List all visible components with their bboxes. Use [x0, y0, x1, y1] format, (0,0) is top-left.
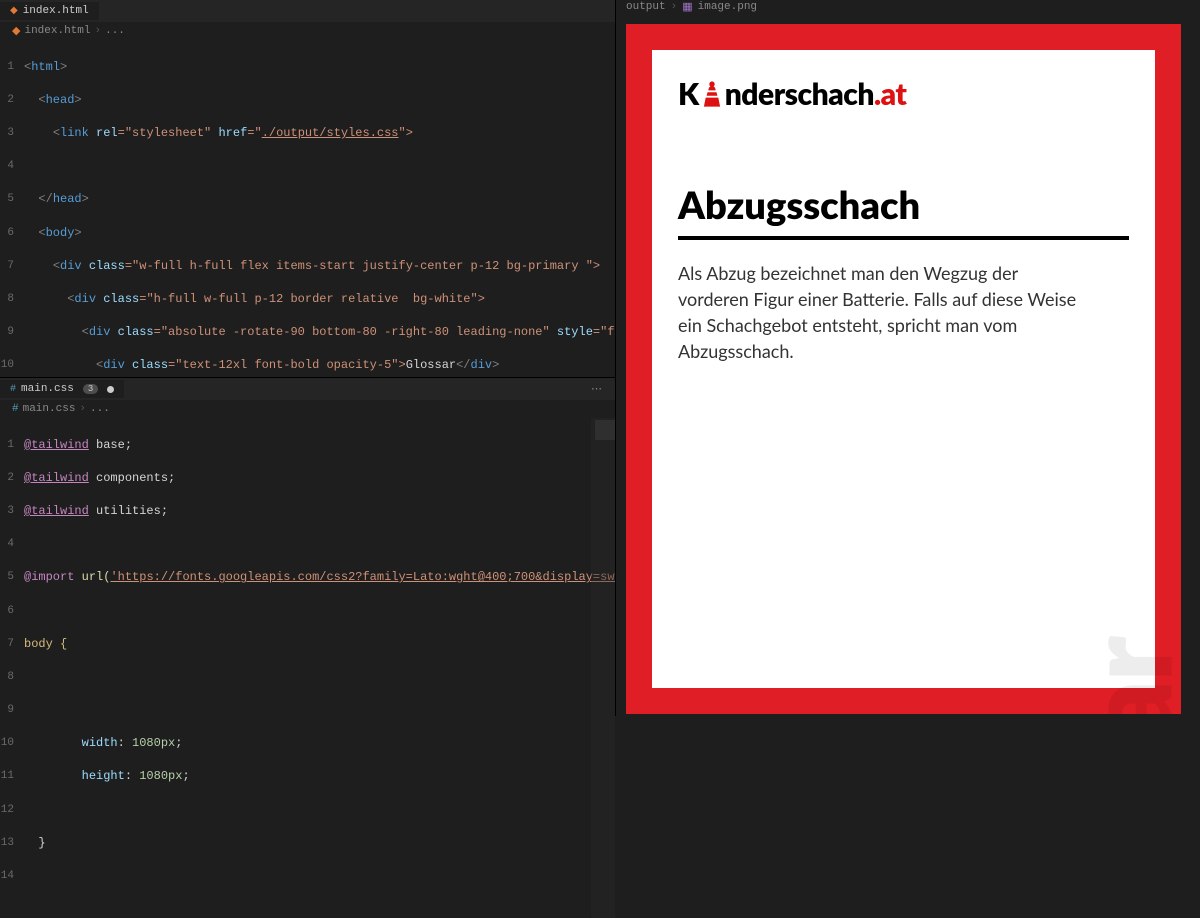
image-file-icon: ▦ [682, 0, 692, 14]
minimap[interactable] [591, 418, 615, 918]
term-title: Abzugsschach [678, 182, 1129, 240]
modified-indicator-icon [107, 386, 114, 393]
html-file-icon: ◆ [12, 24, 20, 38]
editor-actions[interactable]: ⋯ [591, 382, 605, 396]
editor-pane-css: # main.css 3 ⋯ # main.css › ... 1@tailwi… [0, 378, 615, 918]
crumb-more: ... [90, 403, 110, 415]
crumb-file: index.html [24, 25, 90, 37]
tab-main-css[interactable]: # main.css 3 [0, 380, 124, 398]
term-body: Als Abzug bezeichnet man den Wegzug der … [678, 260, 1129, 364]
problems-badge: 3 [83, 384, 98, 394]
logo: K nderschach.at [678, 76, 1129, 112]
crumb-folder: output [626, 1, 666, 13]
breadcrumb[interactable]: output › ▦ image.png [616, 0, 1200, 14]
code-editor[interactable]: 1<<html>html> 2 <head> 3 <link rel="styl… [0, 40, 615, 377]
chess-pawn-icon [703, 79, 721, 109]
tab-bar: # main.css 3 ⋯ [0, 378, 615, 400]
glossary-card: Glossar K nderschach.at Abzugsschach Als… [626, 24, 1181, 714]
css-file-icon: # [10, 384, 16, 395]
tab-bar: ◆ index.html [0, 0, 615, 22]
tab-label: main.css [21, 383, 74, 395]
tab-index-html[interactable]: ◆ index.html [0, 2, 99, 20]
breadcrumb[interactable]: ◆ index.html › ... [0, 22, 615, 40]
chevron-right-icon: › [94, 25, 101, 37]
crumb-more: ... [105, 25, 125, 37]
side-watermark: Glossar [1065, 638, 1181, 714]
image-preview[interactable]: Glossar K nderschach.at Abzugsschach Als… [616, 14, 1200, 724]
crumb-file: main.css [23, 403, 76, 415]
chevron-right-icon: › [79, 403, 86, 415]
crumb-file: image.png [698, 1, 757, 13]
breadcrumb[interactable]: # main.css › ... [0, 400, 615, 418]
code-editor[interactable]: 1@tailwind base; 2@tailwind components; … [0, 418, 615, 918]
chevron-right-icon: › [671, 1, 678, 13]
editor-pane-html: ◆ index.html ◆ index.html › ... 1<<html>… [0, 0, 615, 378]
html-file-icon: ◆ [10, 5, 18, 17]
css-file-icon: # [12, 403, 19, 415]
tab-label: index.html [23, 5, 89, 17]
